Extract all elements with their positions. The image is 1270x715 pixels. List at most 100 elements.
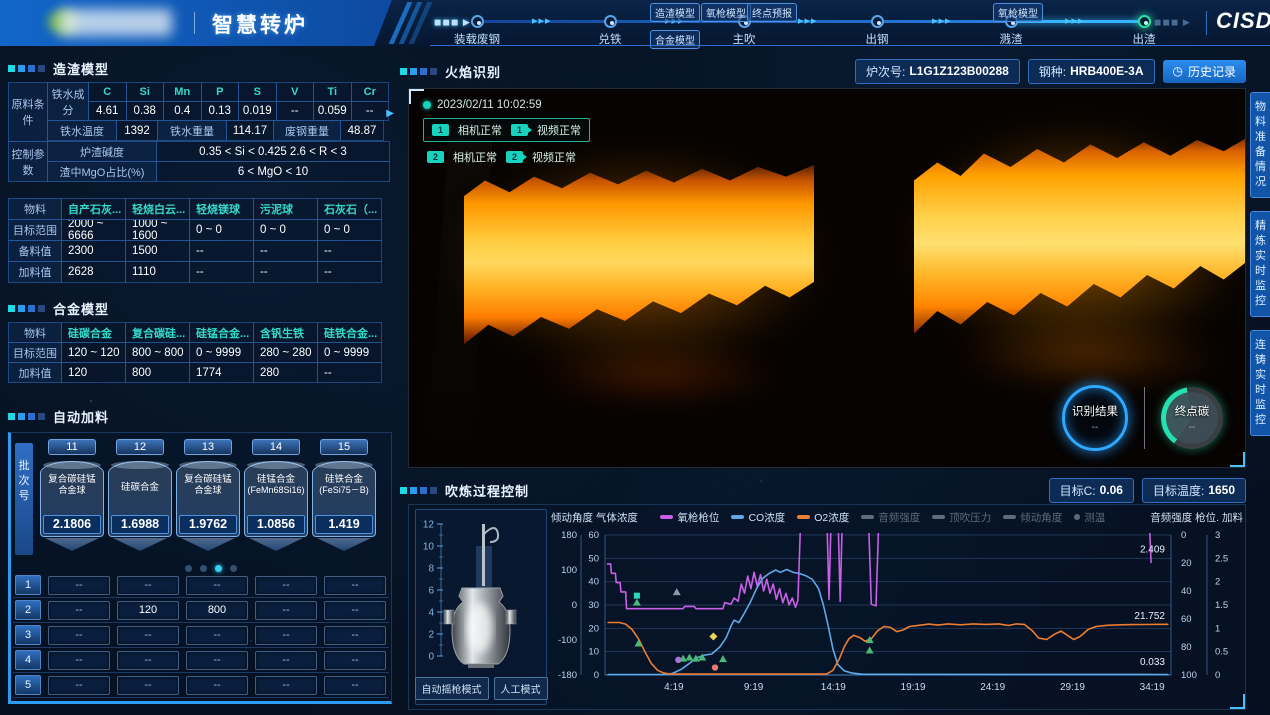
recognition-result-gauge: 识别结果 -- [1062, 385, 1128, 451]
batch-cell[interactable]: -- [255, 626, 317, 645]
batch-cell[interactable]: -- [48, 626, 110, 645]
legend-item[interactable]: 倾动角度 [1003, 510, 1062, 525]
endpoint-forecast-button[interactable]: 终点预报 [747, 3, 797, 22]
batch-cell[interactable]: -- [186, 676, 248, 695]
element-value: 4.61 [88, 101, 127, 121]
alloy-added: 280 [253, 362, 318, 383]
side-tab-refining-monitor[interactable]: 精炼实时监控 [1250, 211, 1270, 317]
timeline-end-icon: ◼◼◼ ▶ [1154, 17, 1191, 28]
legend-item[interactable]: 测温 [1074, 510, 1105, 525]
material-column: 自产石灰... [61, 198, 126, 220]
timeline-start-icon: ◼◼◼ ▶ [434, 17, 471, 28]
alloy-range: 0 ~ 9999 [189, 342, 254, 363]
material-range: 0 ~ 0 [253, 219, 318, 241]
side-tab-material-prep[interactable]: 物料准备情况 [1250, 92, 1270, 198]
svg-text:14:19: 14:19 [821, 682, 846, 693]
stage-label: 出渣 [1102, 31, 1186, 47]
target-temp-badge: 目标温度:1650 [1142, 478, 1246, 503]
element-header: Cr [351, 82, 390, 102]
batch-cell[interactable]: 120 [117, 601, 179, 620]
alloy-model-button[interactable]: 合金模型 [650, 30, 700, 49]
hopper-value: 1.9762 [179, 515, 237, 534]
camera-status-row: 2 相机正常 2 视频正常 [427, 149, 590, 165]
legend-swatch-icon [861, 515, 874, 519]
batch-cell[interactable]: -- [255, 576, 317, 595]
hopper-name: 硅锰合金 [257, 474, 295, 485]
scrap-weight-value: 48.87 [340, 120, 384, 141]
legend-swatch-icon [797, 515, 810, 519]
carousel-dot[interactable] [230, 565, 237, 572]
batch-cell[interactable]: -- [186, 626, 248, 645]
history-button[interactable]: ◷历史记录 [1163, 60, 1247, 83]
batch-cell[interactable]: -- [117, 576, 179, 595]
material-prepared: 1500 [125, 240, 190, 262]
element-value: -- [276, 101, 315, 121]
batch-cell[interactable]: -- [324, 601, 386, 620]
batch-cell[interactable]: -- [324, 651, 386, 670]
lance-model-button[interactable]: 氧枪模型 [701, 3, 751, 22]
legend-item[interactable]: 氧枪枪位 [660, 510, 719, 525]
carousel-dot[interactable] [185, 565, 192, 572]
control-param-label: 控制参数 [8, 141, 48, 182]
alloy-header: 物料 [8, 322, 62, 343]
steel-grade-badge: 钢种:HRB400E-3A [1028, 59, 1155, 84]
legend-item[interactable]: 音频强度 [861, 510, 920, 525]
batch-cell[interactable]: -- [324, 676, 386, 695]
svg-text:100: 100 [561, 565, 577, 576]
batch-cell[interactable]: -- [255, 651, 317, 670]
batch-cell[interactable]: -- [117, 626, 179, 645]
batch-cell[interactable]: -- [48, 651, 110, 670]
batch-cell[interactable]: -- [48, 601, 110, 620]
batch-row-number: 3 [15, 625, 41, 645]
legend-item[interactable]: 顶吹压力 [932, 510, 991, 525]
side-tab-casting-monitor[interactable]: 连铸实时监控 [1250, 330, 1270, 436]
material-column: 轻烧镁球 [189, 198, 254, 220]
manual-mode-button[interactable]: 人工模式 [494, 677, 548, 700]
batch-number-label: 批次号 [15, 443, 33, 555]
hopper-name-sub: 合金球 [42, 485, 102, 496]
right-axis-title: 音频强度 枪位. 加料 [1150, 510, 1243, 525]
hopper-name: 硅铁合金 [325, 474, 363, 485]
batch-cell[interactable]: -- [117, 676, 179, 695]
table-scroll-arrow[interactable]: ▶ [386, 108, 394, 119]
stage-label: 出钢 [835, 31, 919, 47]
section-title-text: 吹炼过程控制 [445, 481, 529, 500]
batch-cell[interactable]: -- [255, 676, 317, 695]
auto-lance-mode-button[interactable]: 自动摇枪模式 [415, 677, 489, 700]
hopper-value: 1.0856 [247, 515, 305, 534]
batch-row: 4 -- -- -- -- -- [13, 648, 389, 673]
batch-cell[interactable]: -- [186, 576, 248, 595]
svg-text:80: 80 [1181, 642, 1192, 653]
auto-feed-title: 自动加料 [8, 408, 109, 424]
video-status-text: 视频正常 [532, 149, 576, 165]
batch-cell[interactable]: -- [48, 576, 110, 595]
carousel-dot[interactable] [200, 565, 207, 572]
legend-item[interactable]: O2浓度 [797, 510, 849, 525]
material-range: 1000 ~ 1600 [125, 219, 190, 241]
lance-model-button-2[interactable]: 氧枪模型 [993, 3, 1043, 22]
batch-cell[interactable]: 800 [186, 601, 248, 620]
batch-cell[interactable]: -- [186, 651, 248, 670]
row-label: 备料值 [8, 240, 62, 262]
ember-glow [949, 324, 1229, 389]
slag-model-button[interactable]: 造渣模型 [650, 3, 700, 22]
legend-swatch-icon [932, 515, 945, 519]
hopper-number: 12 [116, 439, 164, 455]
batch-cell[interactable]: -- [324, 626, 386, 645]
batch-cell[interactable]: -- [48, 676, 110, 695]
svg-text:4: 4 [428, 608, 434, 619]
blowing-chart-zone: 倾动角度 气体浓度 氧枪枪位CO浓度O2浓度音频强度顶吹压力倾动角度测温 音频强… [551, 507, 1243, 707]
carousel-dot-active[interactable] [215, 565, 222, 572]
slag-model-title: 造渣模型 [8, 60, 109, 76]
legend-item[interactable]: CO浓度 [731, 510, 785, 525]
stage-node-iron [604, 15, 617, 28]
row-label: 目标范围 [8, 342, 62, 363]
batch-row-number: 1 [15, 575, 41, 595]
heat-number-value: L1G1Z123B00288 [909, 64, 1008, 78]
hopper-name: 硅碳合金 [121, 482, 159, 493]
batch-cell[interactable]: -- [324, 576, 386, 595]
batch-cell[interactable]: -- [255, 601, 317, 620]
svg-text:29:19: 29:19 [1060, 682, 1085, 693]
batch-cell[interactable]: -- [117, 651, 179, 670]
timeline-arrow: ▸▸▸ [798, 14, 818, 27]
